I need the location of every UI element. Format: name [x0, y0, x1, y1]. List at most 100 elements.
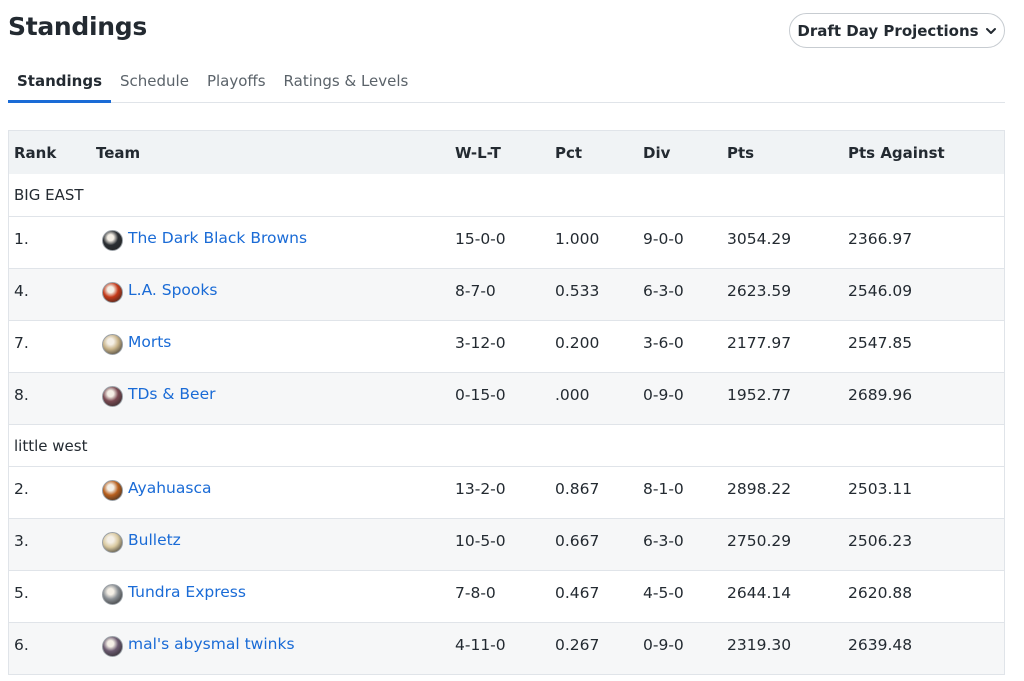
wlt-cell: 13-2-0: [455, 480, 506, 498]
tab-playoffs[interactable]: Playoffs: [198, 62, 275, 103]
team-cell: TDs & Beer: [96, 373, 455, 424]
pts-against-cell: 2546.09: [848, 282, 913, 300]
draft-day-projections-button[interactable]: Draft Day Projections: [789, 13, 1005, 48]
tab-standings[interactable]: Standings: [8, 62, 111, 103]
team-name-link[interactable]: mal's abysmal twinks: [128, 635, 295, 653]
tab-schedule[interactable]: Schedule: [111, 62, 198, 103]
table-row: 4. L.A. Spooks 8-7-0 0.533 6-3-0 2623.59 2546.…: [9, 268, 1004, 320]
rank-cell: 5.: [14, 584, 29, 602]
rank-cell: 7.: [14, 334, 29, 352]
table-row: 2. Ayahuasca 13-2-0 0.867 8-1-0 2898.22 2503.1…: [9, 466, 1004, 518]
team-logo-icon[interactable]: [102, 532, 123, 553]
team-name-link[interactable]: Morts: [128, 333, 171, 351]
rank-cell: 1.: [14, 230, 29, 248]
header-team[interactable]: Team: [96, 144, 455, 162]
team-logo-icon[interactable]: [102, 386, 123, 407]
division-name: BIG EAST: [14, 186, 84, 204]
div-record-cell: 0-9-0: [643, 386, 684, 404]
pts-cell: 2898.22: [727, 480, 792, 498]
pts-cell: 2177.97: [727, 334, 792, 352]
pts-cell: 2750.29: [727, 532, 792, 550]
pct-cell: 0.533: [555, 282, 600, 300]
table-row: 6. mal's abysmal twinks 4-11-0 0.267 0-9-0 23…: [9, 622, 1004, 674]
rank-cell: 2.: [14, 480, 29, 498]
wlt-cell: 10-5-0: [455, 532, 506, 550]
team-logo-icon[interactable]: [102, 282, 123, 303]
division-group-header: little west: [9, 424, 1004, 466]
pct-cell: 0.667: [555, 532, 600, 550]
wlt-cell: 3-12-0: [455, 334, 506, 352]
team-cell: Morts: [96, 321, 455, 372]
rank-cell: 8.: [14, 386, 29, 404]
div-record-cell: 3-6-0: [643, 334, 684, 352]
pts-cell: 1952.77: [727, 386, 792, 404]
team-cell: mal's abysmal twinks: [96, 623, 455, 674]
standings-table: Rank Team W-L-T Pct Div Pts Pts Against …: [8, 130, 1005, 675]
table-row: 1. The Dark Black Browns 15-0-0 1.000 9-0-0 3…: [9, 216, 1004, 268]
pts-against-cell: 2503.11: [848, 480, 913, 498]
rank-cell: 3.: [14, 532, 29, 550]
division-group-header: BIG EAST: [9, 174, 1004, 216]
div-record-cell: 0-9-0: [643, 636, 684, 654]
table-row: 7. Morts 3-12-0 0.200 3-6-0 2177.97 2547.85: [9, 320, 1004, 372]
div-record-cell: 6-3-0: [643, 532, 684, 550]
pct-cell: 0.467: [555, 584, 600, 602]
pct-cell: .000: [555, 386, 590, 404]
wlt-cell: 0-15-0: [455, 386, 506, 404]
pts-against-cell: 2620.88: [848, 584, 913, 602]
projection-button-label: Draft Day Projections: [797, 21, 979, 40]
div-record-cell: 4-5-0: [643, 584, 684, 602]
wlt-cell: 7-8-0: [455, 584, 496, 602]
team-cell: Tundra Express: [96, 571, 455, 622]
team-logo-icon[interactable]: [102, 334, 123, 355]
team-name-link[interactable]: Bulletz: [128, 531, 181, 549]
team-name-link[interactable]: Ayahuasca: [128, 479, 211, 497]
team-logo-icon[interactable]: [102, 480, 123, 501]
pct-cell: 0.267: [555, 636, 600, 654]
team-cell: Ayahuasca: [96, 467, 455, 518]
pts-against-cell: 2366.97: [848, 230, 913, 248]
pts-against-cell: 2547.85: [848, 334, 913, 352]
pts-against-cell: 2506.23: [848, 532, 913, 550]
team-name-link[interactable]: L.A. Spooks: [128, 281, 217, 299]
pct-cell: 0.867: [555, 480, 600, 498]
team-name-link[interactable]: Tundra Express: [128, 583, 246, 601]
header-rank[interactable]: Rank: [9, 144, 96, 162]
table-row: 5. Tundra Express 7-8-0 0.467 4-5-0 2644.14 26…: [9, 570, 1004, 622]
pts-against-cell: 2639.48: [848, 636, 913, 654]
table-row: 8. TDs & Beer 0-15-0 .000 0-9-0 1952.77 2689.9…: [9, 372, 1004, 424]
header-pts[interactable]: Pts: [727, 144, 848, 162]
div-record-cell: 6-3-0: [643, 282, 684, 300]
team-logo-icon[interactable]: [102, 230, 123, 251]
table-row: 3. Bulletz 10-5-0 0.667 6-3-0 2750.29 2506.23: [9, 518, 1004, 570]
division-name: little west: [14, 436, 88, 455]
wlt-cell: 4-11-0: [455, 636, 506, 654]
pts-cell: 2623.59: [727, 282, 792, 300]
team-name-link[interactable]: TDs & Beer: [128, 385, 216, 403]
chevron-down-icon: [985, 27, 996, 34]
page-title: Standings: [8, 12, 147, 41]
pts-cell: 2319.30: [727, 636, 792, 654]
div-record-cell: 9-0-0: [643, 230, 684, 248]
rank-cell: 4.: [14, 282, 29, 300]
pct-cell: 1.000: [555, 230, 600, 248]
team-name-link[interactable]: The Dark Black Browns: [128, 229, 307, 247]
header-wlt[interactable]: W-L-T: [455, 144, 555, 162]
div-record-cell: 8-1-0: [643, 480, 684, 498]
tab-ratings-levels[interactable]: Ratings & Levels: [275, 62, 418, 103]
rank-cell: 6.: [14, 636, 29, 654]
pts-cell: 2644.14: [727, 584, 792, 602]
pts-cell: 3054.29: [727, 230, 792, 248]
header-pct[interactable]: Pct: [555, 144, 643, 162]
team-logo-icon[interactable]: [102, 584, 123, 605]
header-div[interactable]: Div: [643, 144, 727, 162]
team-logo-icon[interactable]: [102, 636, 123, 657]
wlt-cell: 15-0-0: [455, 230, 506, 248]
pct-cell: 0.200: [555, 334, 600, 352]
header-pts-against[interactable]: Pts Against: [848, 144, 1004, 162]
table-header-row: Rank Team W-L-T Pct Div Pts Pts Against: [9, 131, 1004, 174]
team-cell: L.A. Spooks: [96, 269, 455, 320]
wlt-cell: 8-7-0: [455, 282, 496, 300]
tab-bar: Standings Schedule Playoffs Ratings & Le…: [8, 62, 1005, 103]
pts-against-cell: 2689.96: [848, 386, 913, 404]
